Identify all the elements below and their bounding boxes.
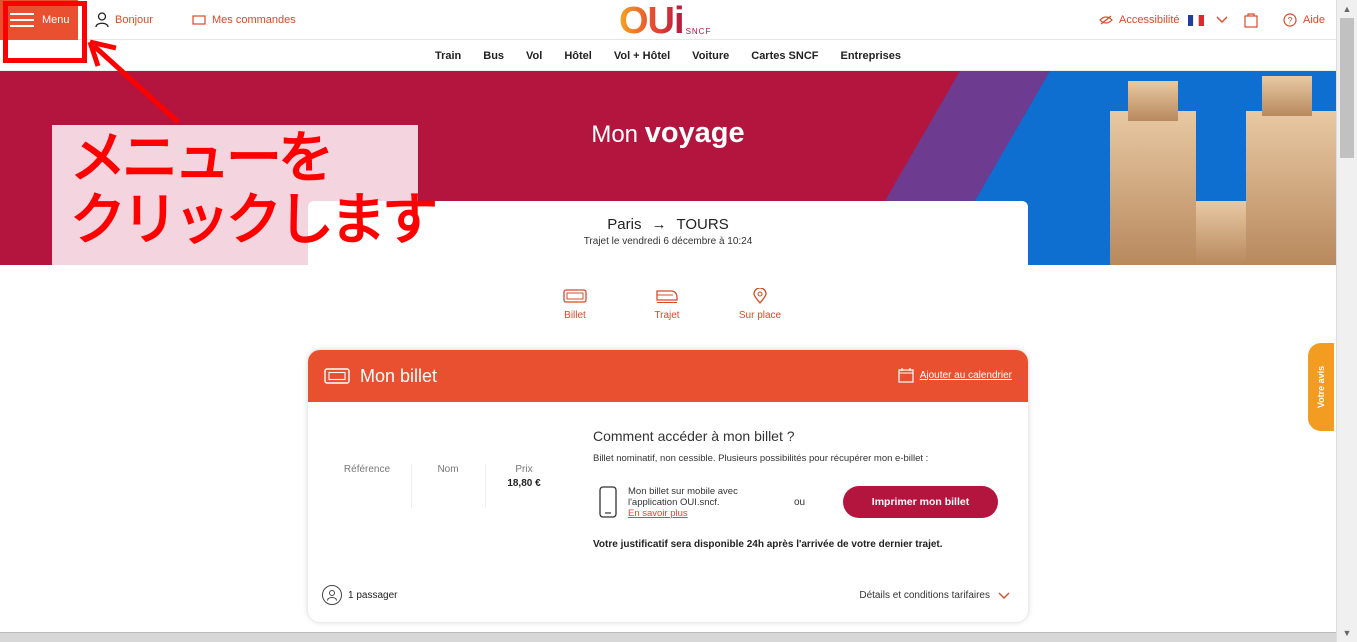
svg-text:?: ? — [1287, 16, 1292, 26]
accessibility-label: Accessibilité — [1119, 14, 1180, 26]
route-origin: Paris — [607, 216, 642, 233]
print-ticket-button[interactable]: Imprimer mon billet — [843, 486, 998, 518]
orders-link[interactable]: Mes commandes — [192, 0, 296, 40]
ticket-card: Mon billet Ajouter au calendrier Référen… — [308, 350, 1028, 622]
add-to-calendar-label: Ajouter au calendrier — [919, 369, 1012, 381]
ticket-icon — [324, 368, 350, 384]
fare-details-toggle[interactable]: Détails et conditions tarifaires — [859, 590, 1010, 601]
language-selector[interactable] — [1188, 0, 1234, 40]
scroll-up-arrow-icon[interactable]: ▲ — [1340, 2, 1354, 16]
prix-label: Prix — [515, 464, 533, 475]
tab-trajet-label: Trajet — [654, 310, 680, 321]
ticket-icon — [192, 15, 206, 25]
passenger-label: 1 passager — [348, 589, 398, 601]
justificatif-note: Votre justificatif sera disponible 24h a… — [593, 539, 943, 550]
ticket-title: Mon billet — [360, 365, 438, 386]
nav-item-bus[interactable]: Bus — [483, 50, 504, 62]
nav-item-entreprises[interactable]: Entreprises — [841, 50, 902, 62]
chevron-down-icon — [998, 592, 1010, 599]
route-arrow-icon: → — [651, 216, 667, 233]
title-light: Mon — [591, 121, 639, 148]
feedback-tab[interactable]: Votre avis — [1308, 343, 1334, 431]
nav-item-train[interactable]: Train — [435, 50, 461, 62]
fare-details-label: Détails et conditions tarifaires — [859, 590, 990, 601]
annotation-line-2: クリックします — [70, 188, 438, 253]
nav-item-hotel[interactable]: Hôtel — [564, 50, 592, 62]
oui-sncf-logo[interactable]: OUi SNCF — [619, 0, 729, 42]
tab-billet[interactable]: Billet — [535, 288, 615, 321]
scroll-thumb[interactable] — [1340, 18, 1354, 158]
logo-main: OUi — [619, 0, 685, 42]
passenger-icon — [322, 585, 342, 605]
nom-column: Nom — [413, 464, 483, 475]
nom-label: Nom — [437, 464, 459, 475]
smartphone-icon — [599, 486, 617, 518]
top-bar: Menu Bonjour Mes commandes OUi SNCF Acce… — [0, 0, 1336, 40]
help-link[interactable]: ? Aide — [1283, 0, 1325, 40]
reference-label: Référence — [343, 464, 391, 475]
vertical-scrollbar[interactable]: ▲ ▼ — [1336, 0, 1357, 642]
passenger-count: 1 passager — [322, 585, 397, 605]
account-link[interactable]: Bonjour — [95, 0, 153, 40]
feedback-label: Votre avis — [1316, 365, 1327, 409]
prix-value: 18,80 € — [507, 478, 541, 489]
eye-icon — [1099, 15, 1113, 25]
mobile-line-2: l'application OUI.sncf. — [628, 497, 720, 508]
window-bottom-edge — [0, 632, 1336, 642]
french-flag-icon — [1188, 14, 1204, 26]
accessibility-link[interactable]: Accessibilité — [1099, 0, 1180, 40]
train-icon — [656, 290, 678, 303]
column-divider — [411, 464, 412, 508]
ticket-header: Mon billet Ajouter au calendrier — [308, 350, 1028, 402]
calendar-icon — [898, 368, 914, 383]
nav-item-vol-hotel[interactable]: Vol + Hôtel — [614, 50, 670, 62]
mobile-line-1: Mon billet sur mobile avec — [628, 486, 738, 497]
annotation-line-1: メニューを — [70, 126, 334, 191]
tab-billet-label: Billet — [564, 310, 586, 321]
annotation-text: メニューを クリックします — [70, 126, 438, 253]
nav-item-cartes-sncf[interactable]: Cartes SNCF — [751, 50, 818, 62]
route-destination: TOURS — [676, 216, 729, 233]
user-icon — [95, 12, 109, 28]
column-divider — [485, 464, 486, 508]
annotation-highlight-frame — [3, 1, 87, 63]
reference-column: Référence — [332, 464, 402, 475]
scroll-down-arrow-icon[interactable]: ▼ — [1340, 626, 1354, 640]
nav-item-voiture[interactable]: Voiture — [692, 50, 729, 62]
or-separator: ou — [794, 497, 806, 508]
logo-sub: SNCF — [685, 27, 712, 36]
mobile-ticket-option: Mon billet sur mobile avec l'application… — [598, 486, 778, 520]
ticket-icon — [563, 289, 587, 303]
nav-item-vol[interactable]: Vol — [526, 50, 542, 62]
cart-button[interactable] — [1244, 0, 1264, 40]
title-bold: voyage — [644, 117, 745, 149]
help-label: Aide — [1303, 14, 1326, 26]
location-pin-icon — [753, 288, 767, 304]
help-icon: ? — [1283, 13, 1297, 27]
chevron-down-icon — [1216, 16, 1228, 23]
tab-sur-place[interactable]: Sur place — [720, 288, 800, 321]
shopping-bag-icon — [1244, 13, 1258, 28]
bonjour-label: Bonjour — [115, 14, 153, 26]
tab-trajet[interactable]: Trajet — [627, 288, 707, 321]
learn-more-link[interactable]: En savoir plus — [628, 508, 778, 519]
prix-column: Prix 18,80 € — [489, 464, 559, 489]
add-to-calendar-link[interactable]: Ajouter au calendrier — [898, 367, 1012, 383]
orders-label: Mes commandes — [212, 14, 296, 26]
tab-sur-place-label: Sur place — [738, 310, 782, 321]
howto-subtitle: Billet nominatif, non cessible. Plusieur… — [593, 453, 929, 464]
howto-title: Comment accéder à mon billet ? — [593, 428, 795, 444]
